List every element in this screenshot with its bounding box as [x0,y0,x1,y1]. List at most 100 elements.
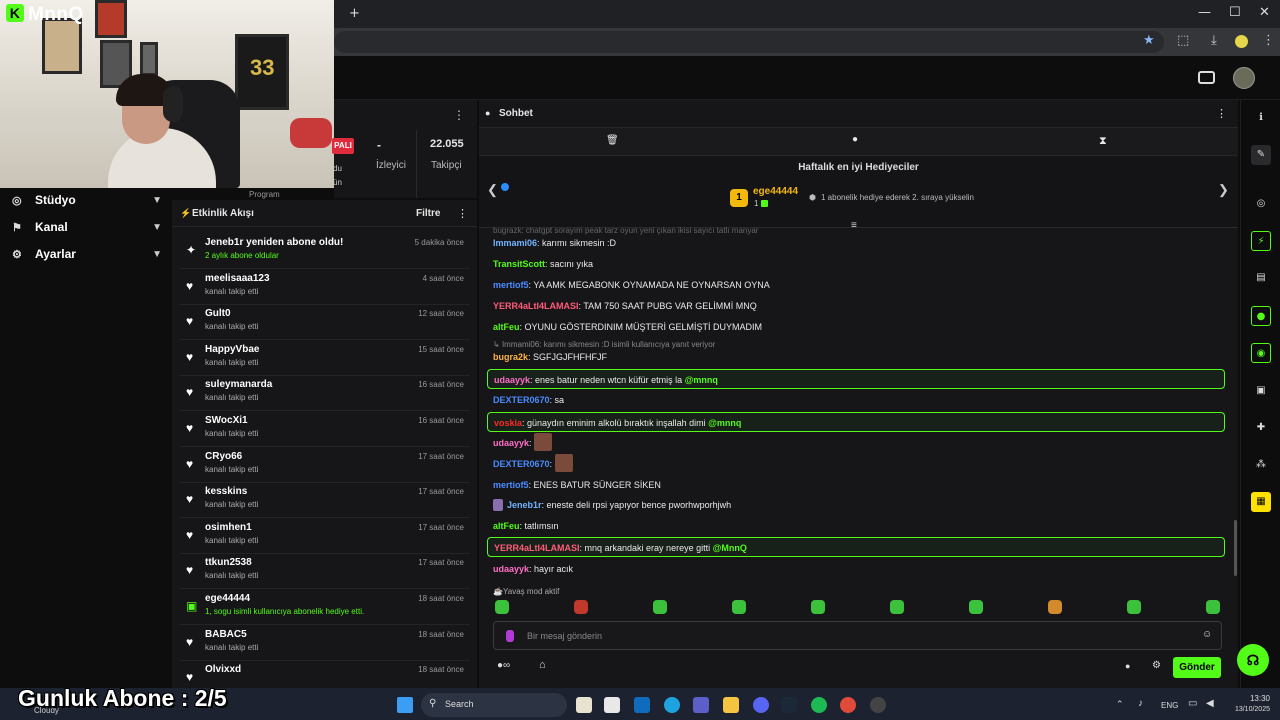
browser-menu-icon[interactable]: ⋮ [1262,33,1275,48]
chat-username[interactable]: bugra2k [493,352,528,362]
quick-emote[interactable] [1048,600,1062,614]
chat-message[interactable]: YERR4aLtI4LAMASI: TAM 750 SAAT PUBG VAR … [493,301,757,311]
filter-button[interactable]: Filtre [416,208,440,219]
app-icon-edge[interactable] [664,697,680,713]
feed-item[interactable]: ♥ kesskins kanalı takip etti 17 saat önce [180,483,470,519]
chat-username[interactable]: altFeu [493,322,520,332]
chat-username[interactable]: Jeneb1r [507,500,542,510]
nodes-icon[interactable]: ⁂ [1251,455,1271,475]
gear-icon[interactable]: ⚙ [1152,660,1161,671]
app-icon-outlook[interactable] [634,697,650,713]
chat-username[interactable]: udaayyk [493,438,529,448]
windows-start-icon[interactable] [397,697,413,713]
quick-emote[interactable] [495,600,509,614]
chat-message[interactable]: altFeu: OYUNU GÖSTERDINIM MÜŞTERİ GELMİŞ… [493,322,762,332]
support-headset-icon[interactable]: ☊ [1237,644,1269,676]
chat-message[interactable]: udaayyk: hayır acık [493,564,573,574]
tray-chevron-icon[interactable]: ⌃ [1116,699,1124,710]
next-arrow-icon[interactable]: ❯ [1218,182,1229,198]
language-indicator[interactable]: ENG [1161,701,1178,710]
chat-username[interactable]: altFeu [493,521,520,531]
info-icon[interactable]: ℹ [1251,108,1271,128]
app-icon-paint[interactable] [576,697,592,713]
feed-item[interactable]: ♥ BABAC5 kanalı takip etti 18 saat önce [180,626,470,661]
chat-username[interactable]: YERR4aLtI4LAMASI [493,301,579,311]
chat-username[interactable]: YERR4aLtI4LAMASI [494,543,580,553]
bookmark-star-icon[interactable]: ★ [1143,33,1155,48]
store-icon[interactable]: ⌂ [539,659,546,671]
nav-item-studio[interactable]: ◎ Stüdyo ▼ [12,189,162,211]
chat-message[interactable]: mertiof5: YA AMK MEGABONK OYNAMADA NE OY… [493,280,770,290]
tray-mic-icon[interactable]: ♪ [1138,698,1143,709]
chat-message[interactable]: TransitScott: sacını yıka [493,259,593,269]
chat-menu-icon[interactable]: ⋮ [1216,107,1227,120]
chat-message-highlighted[interactable]: YERR4aLtI4LAMASI: mnq arkandaki eray ner… [487,537,1225,557]
quick-emote[interactable] [811,600,825,614]
nav-item-channel[interactable]: ⚑ Kanal ▼ [12,216,162,238]
chat-message[interactable]: altFeu: tatlımsın [493,521,559,531]
chat-message[interactable]: Immami06: karımı sikmesin :D [493,238,616,248]
chat-username[interactable]: TransitScott [493,259,545,269]
feed-item[interactable]: ♥ HappyVbae kanalı takip etti 15 saat önce [180,341,470,376]
tools-icon[interactable]: ▣ [1251,381,1271,401]
chat-message[interactable]: DEXTER0670: [493,459,552,469]
chat-message-highlighted[interactable]: voskia: günaydın eminim alkolü bıraktık … [487,412,1225,432]
profile-icon[interactable] [1235,35,1248,48]
download-icon[interactable]: ⤓ [1211,33,1217,48]
chat-message[interactable]: mertiof5: ENES BATUR SÜNGER SİKEN [493,480,661,490]
feed-menu-icon[interactable]: ⋮ [457,207,468,220]
broadcast-icon[interactable]: ◉ [1251,343,1271,363]
clapper-icon[interactable]: ▦ [1251,492,1271,512]
clock-date[interactable]: 13/10/2025 [1224,706,1270,713]
target-icon[interactable]: ◎ [1251,194,1271,214]
feed-item[interactable]: ♥ suleymanarda kanalı takip etti 16 saat ön… [180,376,470,412]
new-tab-button[interactable]: + [349,6,360,21]
document-icon[interactable]: ▤ [1251,268,1271,288]
maximize-button[interactable]: ☐ [1229,5,1241,20]
feed-item[interactable]: ✦ Jeneb1r yeniden abone oldu! 2 aylık abon… [180,234,470,269]
chat-username[interactable]: mertiof5 [493,280,529,290]
feed-item[interactable]: ♥ Olvixxd 18 saat önce [180,661,470,688]
extensions-icon[interactable]: ⬚ [1177,33,1189,48]
quick-emote[interactable] [969,600,983,614]
app-icon-explorer[interactable] [723,697,739,713]
chat-username[interactable]: voskia [494,418,522,428]
tv-icon[interactable] [1198,71,1215,84]
feed-item[interactable]: ▣ ege44444 1, sogu isimli kullanıcıya abon… [180,590,470,625]
app-icon-discord[interactable] [753,697,769,713]
app-icon-spotify[interactable] [811,697,827,713]
chat-username[interactable]: mertiof5 [493,480,529,490]
prev-arrow-icon[interactable]: ❮ [487,182,498,198]
feed-item[interactable]: ♥ meelisaaa123 kanalı takip etti 4 saat önc… [180,270,470,305]
chat-username[interactable]: DEXTER0670 [493,459,550,469]
feed-item[interactable]: ♥ osimhen1 kanalı takip etti 17 saat önce [180,519,470,554]
points-icon[interactable]: ●∞ [497,660,510,671]
chat-message[interactable]: DEXTER0670: sa [493,395,564,405]
microphone-icon[interactable] [506,630,514,642]
trash-icon[interactable]: 🗑 [606,135,619,146]
feed-item[interactable]: ♥ ttkun2538 kanalı takip etti 17 saat önce [180,554,470,590]
collapse-icon[interactable]: ≡ [851,220,857,231]
app-icon-steam[interactable] [781,697,797,713]
hourglass-icon[interactable]: ⧗ [1099,134,1107,148]
top-gifter-name[interactable]: ege44444 [753,186,798,197]
chat-message-highlighted[interactable]: udaayyk: enes batur neden wtcn küfür etm… [487,369,1225,389]
feed-item[interactable]: ♥ Gult0 kanalı takip etti 12 saat önce [180,305,470,341]
chat-username[interactable]: udaayyk [494,375,530,385]
feed-item[interactable]: ♥ CRyo66 kanalı takip etti 17 saat önce [180,448,470,483]
app-icon-teams[interactable] [693,697,709,713]
user-avatar[interactable] [1233,67,1255,89]
quick-emote[interactable] [1206,600,1220,614]
network-icon[interactable]: ▭ [1188,698,1197,709]
chat-scrollbar[interactable] [1234,520,1237,576]
chat-mention[interactable]: @mnnq [685,375,718,385]
chat-message[interactable]: bugra2k: SGFJGJFHFHFJF [493,352,607,362]
wrench-icon[interactable]: ✚ [1251,418,1271,438]
quick-emote[interactable] [574,600,588,614]
quick-emote[interactable] [890,600,904,614]
quick-emote[interactable] [1127,600,1141,614]
chat-username[interactable]: Immami06 [493,238,537,248]
chat-username[interactable]: DEXTER0670 [493,395,550,405]
taskbar-search[interactable]: ⚲ Search [421,693,567,717]
close-window-button[interactable]: ✕ [1259,5,1270,20]
